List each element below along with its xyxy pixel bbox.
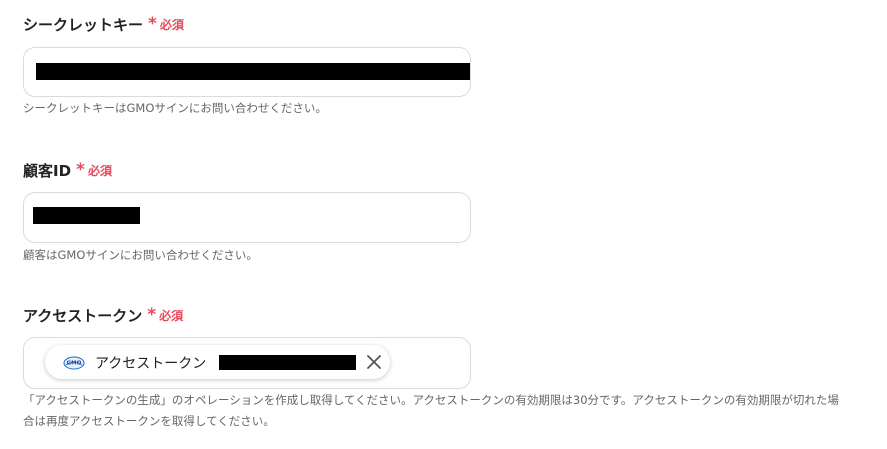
- svg-text:GMO: GMO: [67, 361, 82, 367]
- required-asterisk: *: [76, 160, 85, 180]
- redacted-value: [36, 63, 470, 80]
- required-asterisk: *: [148, 14, 157, 34]
- customer-id-help: 顧客はGMOサインにお問い合わせください。: [23, 248, 258, 262]
- access-token-help: 「アクセストークンの生成」のオペレーションを作成し取得してください。アクセストー…: [23, 390, 839, 432]
- secret-key-label-text: シークレットキー: [23, 16, 144, 34]
- access-token-label-text: アクセストークン: [23, 307, 143, 325]
- required-badge: 必須: [87, 164, 112, 178]
- access-token-label: アクセストークン * 必須: [23, 305, 183, 326]
- customer-id-label: 顧客ID * 必須: [23, 160, 112, 181]
- access-token-help-line1: 「アクセストークンの生成」のオペレーションを作成し取得してください。アクセストー…: [23, 393, 839, 407]
- required-badge: 必須: [159, 309, 184, 323]
- required-badge: 必須: [159, 18, 184, 32]
- redacted-value: [33, 207, 140, 224]
- secret-key-label: シークレットキー * 必須: [23, 14, 184, 35]
- redacted-value: [219, 355, 356, 370]
- close-icon[interactable]: [365, 353, 383, 371]
- secret-key-input[interactable]: [23, 47, 471, 97]
- gmo-logo-icon: GMO: [63, 355, 85, 370]
- secret-key-help: シークレットキーはGMOサインにお問い合わせください。: [23, 101, 327, 115]
- required-asterisk: *: [147, 305, 157, 325]
- access-token-help-line2: 合は再度アクセストークンを取得してください。: [23, 414, 275, 428]
- access-token-chip[interactable]: GMO アクセストークン: [45, 345, 390, 379]
- chip-label: アクセストークン: [95, 356, 207, 372]
- customer-id-input[interactable]: [23, 192, 471, 243]
- customer-id-label-text: 顧客ID: [23, 162, 72, 180]
